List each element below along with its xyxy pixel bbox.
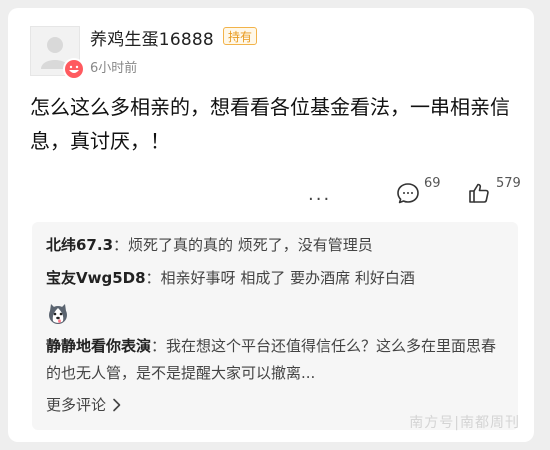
like-count: 579	[496, 176, 521, 191]
post-time: 6小时前	[90, 61, 138, 76]
husky-emoji-icon	[46, 302, 70, 330]
comment-count: 69	[424, 176, 441, 191]
more-options-button[interactable]: ...	[308, 184, 331, 205]
comment-item[interactable]: 北纬67.3：烦死了真的真的 烦死了，没有管理员	[46, 232, 373, 258]
thumbs-up-icon[interactable]	[467, 182, 491, 208]
watermark: 南方号|南都周刊	[409, 415, 520, 431]
grinning-face-icon	[63, 58, 85, 80]
comment-bubble-icon[interactable]	[396, 182, 420, 208]
commenter-name[interactable]: 宝友Vwg5D8	[46, 269, 146, 287]
post-username[interactable]: 养鸡生蛋16888	[90, 25, 214, 50]
comment-separator: ：	[145, 269, 161, 287]
post-card: 养鸡生蛋16888 持有 6小时前 怎么这么多相亲的，想看看各位基金看法，一串相…	[8, 8, 534, 442]
commenter-name[interactable]: 北纬67.3	[46, 236, 113, 254]
comment-separator: ：	[113, 236, 129, 254]
comments-preview: 北纬67.3：烦死了真的真的 烦死了，没有管理员 宝友Vwg5D8：相亲好事呀 …	[32, 222, 518, 430]
comment-item[interactable]: 宝友Vwg5D8：相亲好事呀 相成了 要办酒席 利好白酒	[46, 265, 415, 291]
chevron-right-icon	[113, 398, 121, 411]
post-body: 怎么这么多相亲的，想看看各位基金看法，一串相亲信息，真讨厌，！	[30, 95, 510, 153]
commenter-name[interactable]: 静静地看你表演	[46, 337, 151, 355]
comment-item[interactable]: 静静地看你表演：我在想这个平台还值得信任么？这么多在里面思春的也无人管，是不是提…	[46, 333, 506, 387]
more-comments-label: 更多评论	[46, 396, 107, 414]
holding-badge: 持有	[223, 27, 258, 45]
comment-separator: ：	[151, 337, 167, 355]
more-comments-link[interactable]: 更多评论	[46, 394, 122, 415]
comment-text: 相亲好事呀 相成了 要办酒席 利好白酒	[160, 269, 415, 287]
comment-text: 烦死了真的真的 烦死了，没有管理员	[128, 236, 373, 254]
